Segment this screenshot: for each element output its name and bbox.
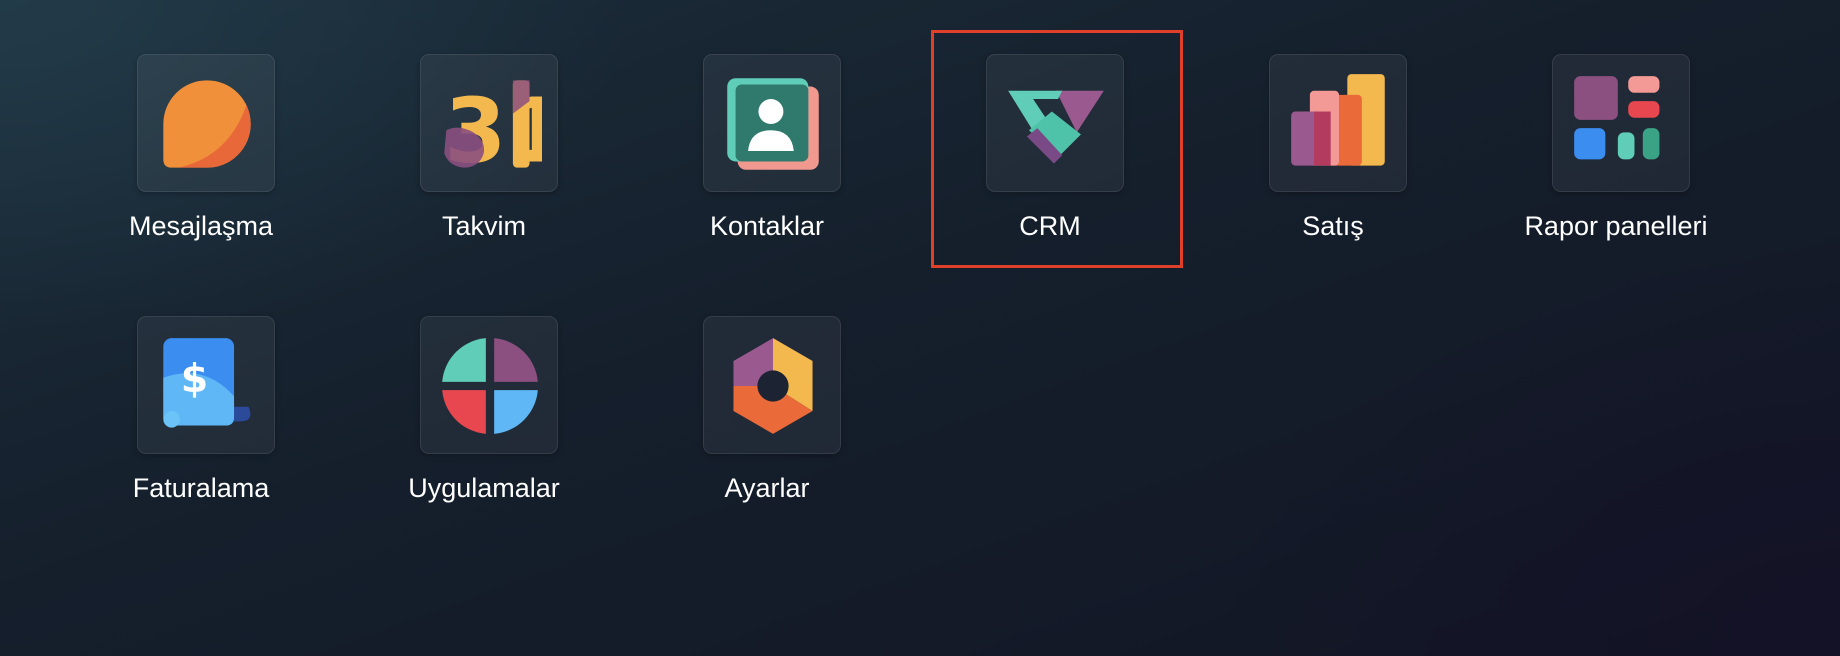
app-label: Rapor panelleri: [1524, 211, 1708, 241]
app-label: Faturalama: [132, 473, 270, 503]
app-tile[interactable]: [1269, 54, 1407, 192]
app-tile[interactable]: [1552, 54, 1690, 192]
app-sales[interactable]: Satış: [1223, 54, 1443, 254]
messaging-icon: [163, 80, 251, 168]
app-dashboards[interactable]: Rapor panelleri: [1506, 54, 1726, 254]
app-tile[interactable]: [703, 54, 841, 192]
app-settings[interactable]: Ayarlar: [657, 316, 877, 516]
app-label: CRM: [1019, 211, 1081, 241]
calendar-icon: 31: [444, 79, 542, 176]
contacts-icon: [727, 78, 819, 170]
app-label: Uygulamalar: [408, 473, 560, 503]
app-label: Satış: [1302, 211, 1364, 241]
app-crm[interactable]: CRM: [940, 54, 1160, 254]
app-invoicing[interactable]: $ Faturalama: [91, 316, 311, 516]
app-label: Kontaklar: [709, 211, 825, 241]
app-messaging[interactable]: Mesajlaşma: [91, 54, 311, 254]
app-tile[interactable]: [986, 54, 1124, 192]
app-label: Mesajlaşma: [128, 211, 274, 241]
app-tile[interactable]: [420, 316, 558, 454]
dashboards-icon: [1574, 76, 1660, 160]
app-tile[interactable]: [703, 316, 841, 454]
sales-chart-icon: [1291, 74, 1385, 166]
crm-handshake-icon: [1008, 90, 1104, 164]
app-apps[interactable]: Uygulamalar: [374, 316, 594, 516]
app-label: Ayarlar: [724, 473, 810, 503]
app-calendar[interactable]: 31 Takvim: [374, 54, 594, 254]
invoicing-icon: $: [163, 338, 251, 428]
app-contacts[interactable]: Kontaklar: [657, 54, 877, 254]
settings-hexagon-icon: [733, 338, 813, 434]
apps-icon: [442, 338, 538, 434]
app-label: Takvim: [441, 211, 526, 241]
app-tile[interactable]: $: [137, 316, 275, 454]
app-tile[interactable]: 31: [420, 54, 558, 192]
invoicing-icon-text: $: [181, 356, 208, 402]
app-tile[interactable]: [137, 54, 275, 192]
